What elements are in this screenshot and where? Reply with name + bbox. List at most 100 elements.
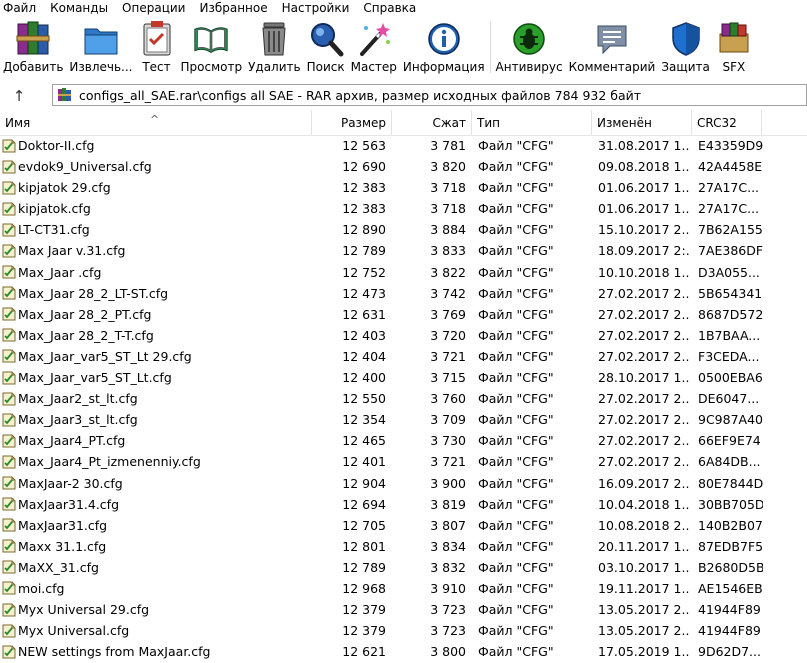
file-type: Файл "CFG" (478, 517, 554, 533)
file-packed-size: 3 820 (430, 159, 466, 175)
file-size: 12 690 (342, 159, 386, 175)
find-label: Поиск (306, 60, 345, 74)
file-list: Doktor-II.cfg 12 563 3 781 Файл "CFG" 31.08.… (0, 135, 807, 662)
menu-bar: Файл Команды Операции Избранное Настройк… (0, 0, 807, 15)
file-name: moi.cfg (18, 580, 65, 596)
file-type: Файл "CFG" (478, 370, 554, 386)
file-crc: 6A84DB... (698, 454, 761, 470)
menu-favorites[interactable]: Избранное (193, 1, 275, 15)
clipboard-check-icon (139, 20, 175, 58)
menu-commands[interactable]: Команды (44, 1, 116, 15)
file-size: 12 379 (342, 623, 386, 639)
file-packed-size: 3 800 (430, 644, 466, 660)
cfg-file-icon (2, 244, 16, 258)
file-packed-size: 3 720 (430, 327, 466, 343)
file-modified: 01.06.2017 1... (598, 201, 690, 217)
table-row[interactable]: MaxJaar-2 30.cfg 12 904 3 900 Файл "CFG" 16.… (0, 473, 807, 494)
file-crc: D3A055... (698, 264, 760, 280)
column-header-modified[interactable]: Изменён (592, 110, 692, 135)
file-name-cell: LT-CT31.cfg (2, 219, 312, 240)
table-row[interactable]: Doktor-II.cfg 12 563 3 781 Файл "CFG" 31.08.… (0, 135, 807, 156)
add-button[interactable]: Добавить (0, 15, 66, 77)
cfg-file-icon (2, 539, 16, 553)
info-button[interactable]: Информация (400, 15, 488, 77)
table-row[interactable]: NEW settings from MaxJaar.cfg 12 621 3 800… (0, 641, 807, 662)
column-header-size[interactable]: Размер (312, 110, 392, 135)
cfg-file-icon (2, 624, 16, 638)
file-size: 12 789 (342, 243, 386, 259)
test-button[interactable]: Тест (136, 15, 178, 77)
file-modified: 13.05.2017 2... (598, 602, 690, 618)
table-row[interactable]: Max_Jaar_var5_ST_Lt 29.cfg 12 404 3 721 Фай… (0, 346, 807, 367)
extract-label: Извлечь... (69, 60, 133, 74)
find-button[interactable]: Поиск (304, 15, 348, 77)
menu-file[interactable]: Файл (0, 1, 44, 15)
file-modified: 16.09.2017 2... (598, 475, 690, 491)
table-row[interactable]: kipjatok 29.cfg 12 383 3 718 Файл "CFG" 01.0… (0, 177, 807, 198)
file-crc: 9D62D7... (698, 644, 761, 660)
wizard-button[interactable]: Мастер (348, 15, 400, 77)
table-row[interactable]: Max Jaar v.31.cfg 12 789 3 833 Файл "CFG" 18… (0, 240, 807, 261)
file-size: 12 401 (342, 454, 386, 470)
menu-operations[interactable]: Операции (116, 1, 193, 15)
file-packed-size: 3 718 (430, 180, 466, 196)
file-size: 12 752 (342, 264, 386, 280)
table-row[interactable]: Max_Jaar_var5_ST_Lt.cfg 12 400 3 715 Файл "… (0, 367, 807, 388)
sfx-button[interactable]: SFX (713, 15, 755, 77)
antivirus-button[interactable]: Антивирус (493, 15, 566, 77)
table-row[interactable]: LT-CT31.cfg 12 890 3 884 Файл "CFG" 15.10.20… (0, 219, 807, 240)
table-row[interactable]: evdok9_Universal.cfg 12 690 3 820 Файл "CFG… (0, 156, 807, 177)
file-packed-size: 3 718 (430, 201, 466, 217)
table-row[interactable]: Max_Jaar 28_2_PT.cfg 12 631 3 769 Файл "CFG… (0, 304, 807, 325)
file-type: Файл "CFG" (478, 285, 554, 301)
file-size: 12 473 (342, 285, 386, 301)
table-row[interactable]: Max_Jaar3_st_lt.cfg 12 354 3 709 Файл "CFG"… (0, 409, 807, 430)
cfg-file-icon (2, 202, 16, 216)
file-type: Файл "CFG" (478, 623, 554, 639)
table-row[interactable]: Max_Jaar2_st_lt.cfg 12 550 3 760 Файл "CFG"… (0, 388, 807, 409)
protect-button[interactable]: Защита (658, 15, 713, 77)
table-row[interactable]: MaxJaar31.4.cfg 12 694 3 819 Файл "CFG" 10.0… (0, 494, 807, 515)
table-row[interactable]: Myx Universal 29.cfg 12 379 3 723 Файл "CFG… (0, 599, 807, 620)
delete-button[interactable]: Удалить (245, 15, 304, 77)
file-size: 12 631 (342, 306, 386, 322)
rar-archive-icon (58, 88, 71, 101)
column-header-packed[interactable]: Сжат (392, 110, 472, 135)
view-button[interactable]: Просмотр (178, 15, 246, 77)
file-type: Файл "CFG" (478, 496, 554, 512)
file-list-header: Имя ^ Размер Сжат Тип Изменён CRC32 (0, 110, 807, 136)
table-row[interactable]: MaxJaar31.cfg 12 705 3 807 Файл "CFG" 10.08.… (0, 515, 807, 536)
file-name: evdok9_Universal.cfg (18, 159, 152, 175)
file-name-cell: evdok9_Universal.cfg (2, 156, 312, 177)
table-row[interactable]: Max_Jaar 28_2_T-T.cfg 12 403 3 720 Файл "CF… (0, 325, 807, 346)
file-type: Файл "CFG" (478, 348, 554, 364)
file-packed-size: 3 900 (430, 475, 466, 491)
table-row[interactable]: Max_Jaar4_PT.cfg 12 465 3 730 Файл "CFG" 27.… (0, 430, 807, 451)
file-size: 12 400 (342, 370, 386, 386)
table-row[interactable]: kipjatok.cfg 12 383 3 718 Файл "CFG" 01.06.2… (0, 198, 807, 219)
comment-button[interactable]: Комментарий (566, 15, 659, 77)
comment-icon (594, 20, 630, 58)
file-name: NEW settings from MaxJaar.cfg (18, 644, 211, 660)
file-name: LT-CT31.cfg (18, 222, 90, 238)
up-arrow-icon[interactable]: ↑ (0, 83, 38, 109)
menu-settings[interactable]: Настройки (276, 1, 358, 15)
file-size: 12 890 (342, 222, 386, 238)
table-row[interactable]: Max_Jaar4_Pt_izmenenniy.cfg 12 401 3 721 Фа… (0, 451, 807, 472)
menu-help[interactable]: Справка (357, 1, 424, 15)
extract-button[interactable]: Извлечь... (66, 15, 135, 77)
column-header-crc[interactable]: CRC32 (692, 110, 762, 135)
table-row[interactable]: Myx Universal.cfg 12 379 3 723 Файл "CFG" 13… (0, 620, 807, 641)
table-row[interactable]: moi.cfg 12 968 3 910 Файл "CFG" 19.11.2017 1… (0, 578, 807, 599)
column-header-name[interactable]: Имя ^ (0, 110, 312, 135)
table-row[interactable]: Maxx 31.1.cfg 12 801 3 834 Файл "CFG" 20.11.… (0, 536, 807, 557)
toolbar: Добавить Извлечь... Тест Просмотр Удалит… (0, 15, 807, 78)
table-row[interactable]: MaXX_31.cfg 12 789 3 832 Файл "CFG" 03.10.20… (0, 557, 807, 578)
file-type: Файл "CFG" (478, 559, 554, 575)
table-row[interactable]: Max_Jaar 28_2_LT-ST.cfg 12 473 3 742 Файл "… (0, 283, 807, 304)
table-row[interactable]: Max_Jaar .cfg 12 752 3 822 Файл "CFG" 10.10.… (0, 262, 807, 283)
path-field[interactable]: configs_all_SAE.rar\configs all SAE - RA… (52, 84, 807, 106)
protect-label: Защита (661, 60, 710, 74)
column-header-type[interactable]: Тип (472, 110, 592, 135)
file-crc: 8687D572 (698, 306, 763, 322)
